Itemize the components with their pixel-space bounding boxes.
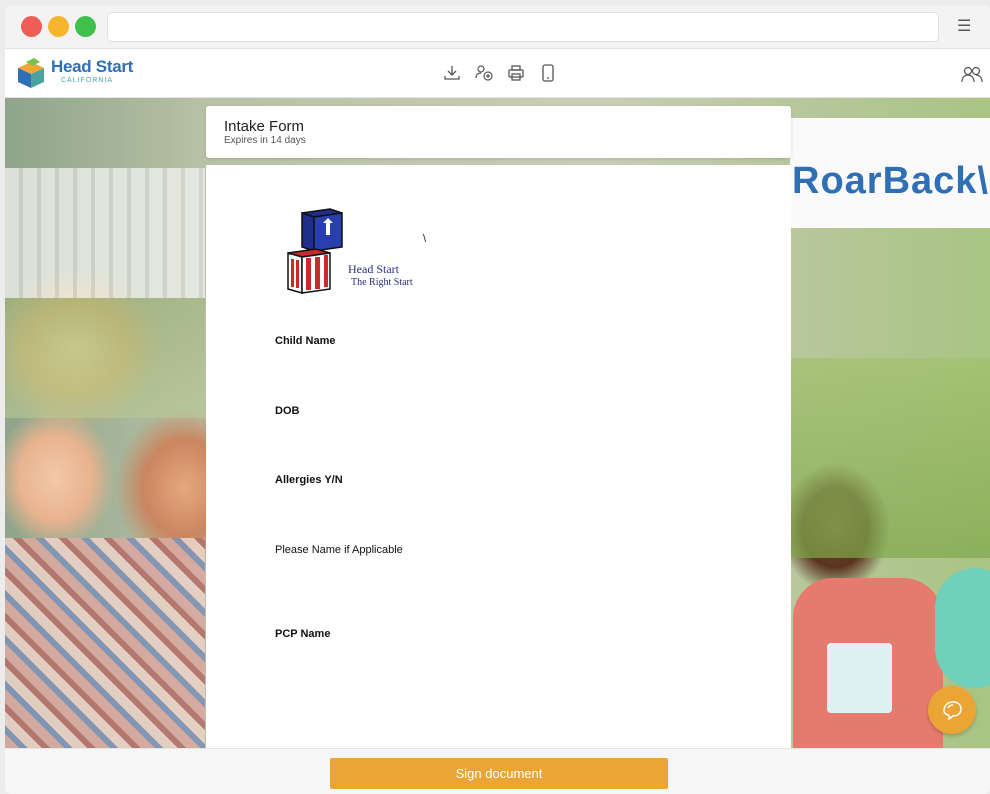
- field-dob: DOB: [275, 405, 300, 417]
- sign-document-button[interactable]: Sign document: [330, 758, 668, 789]
- field-child-name: Child Name: [275, 335, 336, 347]
- logo-line-2: The Right Start: [351, 277, 413, 288]
- head-start-blocks-logo: Head Start The Right Start: [287, 208, 413, 294]
- add-signer-icon[interactable]: [474, 63, 494, 83]
- print-icon[interactable]: [506, 63, 526, 83]
- photo-ball: [935, 568, 990, 688]
- download-icon[interactable]: [442, 63, 462, 83]
- photo-grass-left: [5, 298, 205, 418]
- photo-fence: [5, 168, 205, 298]
- browser-toolbar: ☰: [5, 5, 990, 49]
- minimize-window-button[interactable]: [48, 16, 69, 37]
- brand-name: Head Start: [51, 57, 134, 76]
- close-window-button[interactable]: [21, 16, 42, 37]
- form-title: Intake Form: [224, 118, 305, 135]
- field-allergies: Allergies Y/N: [275, 474, 343, 486]
- address-bar[interactable]: [107, 12, 939, 42]
- document-page: Head Start The Right Start \ Child Name …: [206, 165, 791, 748]
- logo-line-1: Head Start: [348, 262, 400, 276]
- chat-icon[interactable]: [928, 686, 976, 734]
- browser-window: ☰ Head Start CALIFORNIA RoarBack\ Intake…: [5, 5, 990, 794]
- form-expiry: Expires in 14 days: [224, 135, 306, 146]
- photo-shirt-pocket: [827, 643, 892, 713]
- head-start-logo-icon[interactable]: [14, 56, 48, 90]
- photo-plaid-shirt: [5, 538, 205, 748]
- form-header-card: Intake Form Expires in 14 days: [206, 106, 791, 158]
- app-header: Head Start CALIFORNIA: [5, 49, 990, 98]
- document-toolbar: [442, 62, 558, 84]
- banner-text: RoarBack\: [792, 160, 989, 202]
- photo-grass-right: [790, 358, 990, 558]
- field-pcp-name: PCP Name: [275, 628, 331, 640]
- mobile-icon[interactable]: [538, 63, 558, 83]
- hamburger-icon[interactable]: ☰: [957, 17, 971, 37]
- stray-backslash: \: [423, 233, 427, 245]
- field-allergy-name: Please Name if Applicable: [275, 544, 403, 556]
- maximize-window-button[interactable]: [75, 16, 96, 37]
- brand[interactable]: Head Start CALIFORNIA: [51, 58, 133, 86]
- users-icon[interactable]: [961, 65, 983, 83]
- footer-bar: Sign document: [5, 748, 990, 794]
- brand-subtitle: CALIFORNIA: [61, 77, 114, 84]
